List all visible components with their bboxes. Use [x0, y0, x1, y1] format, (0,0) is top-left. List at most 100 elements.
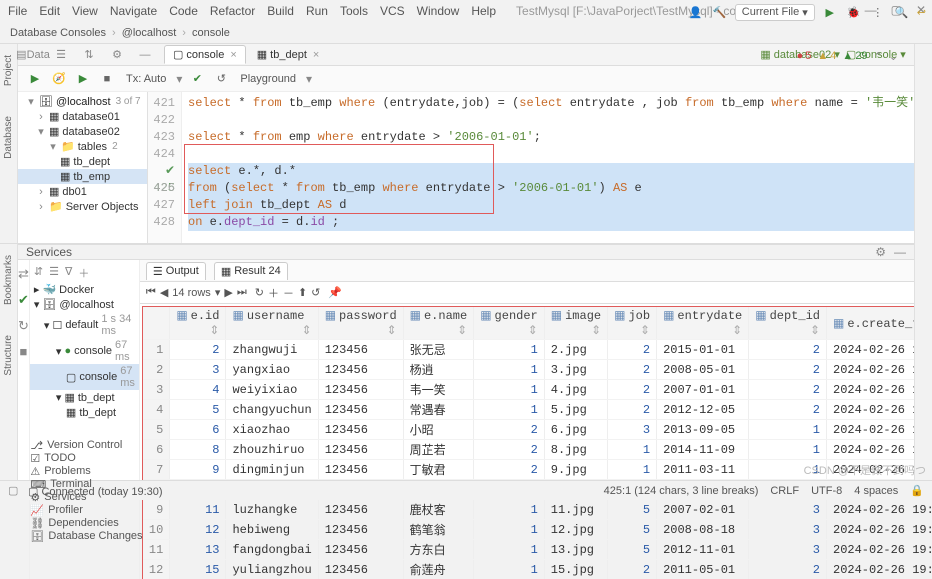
- code-line[interactable]: select * from tb_emp where (entrydate,jo…: [188, 95, 930, 112]
- breadcrumb-item[interactable]: Database Consoles: [10, 27, 106, 39]
- tool-btn-dependencies[interactable]: ⛓Dependencies: [30, 517, 142, 530]
- encoding[interactable]: UTF-8: [811, 485, 842, 497]
- close-icon[interactable]: ×: [313, 49, 319, 61]
- data-tab-button[interactable]: ▤ Data: [24, 46, 42, 64]
- debug-icon[interactable]: 🐞: [845, 3, 863, 21]
- playground-button[interactable]: Playground: [236, 73, 300, 85]
- last-page-icon[interactable]: ⏭: [237, 286, 247, 299]
- add-row-icon[interactable]: ＋: [268, 285, 279, 301]
- result-grid[interactable]: ▦e.id⇕▦username⇕▦password⇕▦e.name⇕▦gende…: [142, 306, 932, 579]
- database-tree[interactable]: ▾🗄 @localhost3 of 7 ›▦ database01 ▾▦ dat…: [18, 92, 148, 243]
- table-row[interactable]: 1012hebiweng123456鹤笔翁112.jpg52008-08-183…: [143, 520, 932, 540]
- stop-icon[interactable]: ■: [98, 70, 116, 88]
- column-header[interactable]: ▦image⇕: [544, 307, 607, 340]
- code-line[interactable]: left join tb_dept AS d: [188, 197, 930, 214]
- execute-icon[interactable]: ▶: [26, 70, 44, 88]
- inspection-badges[interactable]: ●5 ▲4 ▲29 ⌃⌄: [791, 46, 904, 66]
- menu-run[interactable]: Run: [306, 4, 328, 18]
- tx-mode[interactable]: Tx: Auto: [122, 73, 170, 85]
- table-row[interactable]: 79dingminjun123456丁敏君29.jpg12011-03-1112…: [143, 460, 932, 480]
- table-row[interactable]: 34weiyixiao123456韦一笑14.jpg22007-01-01220…: [143, 380, 932, 400]
- editor-tab-tbdept[interactable]: ▦tb_dept×: [248, 45, 329, 64]
- explain-icon[interactable]: 🧭: [50, 70, 68, 88]
- menu-help[interactable]: Help: [471, 4, 496, 18]
- tool-btn-problems[interactable]: ⚠Problems: [30, 465, 142, 478]
- tool-btn-database changes[interactable]: 🗄Database Changes: [30, 530, 142, 543]
- menu-view[interactable]: View: [72, 4, 98, 18]
- execute-schema-icon[interactable]: ▶: [74, 70, 92, 88]
- table-row[interactable]: 1113fangdongbai123456方东白113.jpg52012-11-…: [143, 540, 932, 560]
- menu-code[interactable]: Code: [169, 4, 198, 18]
- line-sep[interactable]: CRLF: [770, 485, 799, 497]
- project-tab[interactable]: Project: [0, 52, 23, 89]
- bookmarks-tab[interactable]: Bookmarks: [0, 252, 23, 308]
- column-header[interactable]: ▦gender⇕: [474, 307, 545, 340]
- pin-icon[interactable]: 📌: [328, 286, 342, 299]
- breadcrumb-item[interactable]: console: [192, 27, 230, 39]
- menu-build[interactable]: Build: [267, 4, 294, 18]
- code-line[interactable]: from (select * from tb_emp where entryda…: [188, 180, 930, 197]
- table-row[interactable]: 12zhangwuji123456张无忌12.jpg22015-01-01220…: [143, 340, 932, 360]
- table-row[interactable]: 911luzhangke123456鹿杖客111.jpg52007-02-013…: [143, 500, 932, 520]
- filter-icon[interactable]: ∇: [65, 265, 72, 281]
- code-line[interactable]: on e.dept_id = d.id ;: [188, 214, 930, 231]
- menu-tools[interactable]: Tools: [340, 4, 368, 18]
- column-header[interactable]: ▦username⇕: [226, 307, 318, 340]
- add-icon[interactable]: ＋: [78, 265, 89, 281]
- column-header[interactable]: ▦password⇕: [318, 307, 403, 340]
- back-arrow-icon[interactable]: ↩: [917, 6, 926, 19]
- output-tab[interactable]: ☰ Output: [146, 262, 206, 280]
- revert-icon[interactable]: ↺: [311, 286, 320, 299]
- tool-btn-profiler[interactable]: 📈Profiler: [30, 504, 142, 517]
- table-row[interactable]: 45changyuchun123456常遇春15.jpg22012-12-052…: [143, 400, 932, 420]
- minimize-icon[interactable]: ―: [894, 245, 906, 259]
- table-row[interactable]: 56xiaozhao123456小昭26.jpg32013-09-0512024…: [143, 420, 932, 440]
- sql-editor[interactable]: 421422423424✔ 425426427428 select * from…: [148, 92, 932, 243]
- gear-icon[interactable]: ⚙: [108, 46, 126, 64]
- database-tab[interactable]: Database: [0, 113, 23, 162]
- column-header[interactable]: ▦job⇕: [608, 307, 657, 340]
- table-row[interactable]: 68zhouzhiruo123456周芷若28.jpg12014-11-0912…: [143, 440, 932, 460]
- tree-icon[interactable]: ☰: [49, 265, 59, 281]
- close-icon[interactable]: ×: [230, 49, 236, 61]
- menu-navigate[interactable]: Navigate: [110, 4, 157, 18]
- collapse-icon[interactable]: ⇵: [34, 265, 43, 281]
- menu-window[interactable]: Window: [417, 4, 460, 18]
- first-page-icon[interactable]: ⏮: [146, 286, 156, 299]
- column-header[interactable]: ▦dept_id⇕: [749, 307, 827, 340]
- search-icon[interactable]: 🔍: [893, 3, 911, 21]
- hammer-icon[interactable]: 🔨: [711, 3, 729, 21]
- commit-icon[interactable]: ⬆: [298, 286, 307, 299]
- delete-row-icon[interactable]: －: [283, 285, 294, 301]
- table-row[interactable]: 23yangxiao123456杨逍13.jpg22008-05-0122024…: [143, 360, 932, 380]
- menu-edit[interactable]: Edit: [39, 4, 60, 18]
- indent[interactable]: 4 spaces: [854, 485, 898, 497]
- column-header[interactable]: ▦e.name⇕: [403, 307, 474, 340]
- menu-file[interactable]: File: [8, 4, 27, 18]
- rollback-icon[interactable]: ↺: [212, 70, 230, 88]
- next-page-icon[interactable]: ▶: [224, 286, 232, 299]
- editor-tab-console[interactable]: ▢console×: [164, 45, 246, 64]
- gear-icon[interactable]: ⚙: [875, 245, 886, 259]
- column-header[interactable]: ▦e.id⇕: [170, 307, 226, 340]
- lock-icon[interactable]: 🔒: [910, 484, 924, 497]
- breadcrumb-item[interactable]: @localhost: [122, 27, 177, 39]
- run-icon[interactable]: ▶: [821, 3, 839, 21]
- code-line[interactable]: [188, 112, 930, 129]
- code-line[interactable]: [188, 146, 930, 163]
- filter-icon[interactable]: ☰: [52, 46, 70, 64]
- code-line[interactable]: select * from emp where entrydate > '200…: [188, 129, 930, 146]
- run-config-select[interactable]: Current File▾: [735, 4, 815, 21]
- result-tab[interactable]: ▦ Result 24: [214, 262, 288, 280]
- structure-tab[interactable]: Structure: [0, 332, 23, 379]
- column-header[interactable]: ▦entrydate⇕: [657, 307, 749, 340]
- menu-vcs[interactable]: VCS: [380, 4, 405, 18]
- reload-rows-icon[interactable]: ↻: [255, 286, 264, 299]
- menu-refactor[interactable]: Refactor: [210, 4, 255, 18]
- table-row[interactable]: 1215yuliangzhou123456俞莲舟115.jpg22011-05-…: [143, 560, 932, 579]
- code-line[interactable]: select e.*, d.*: [188, 163, 930, 180]
- tool-btn-todo[interactable]: ☑TODO: [30, 452, 142, 465]
- more-run-icon[interactable]: ⋮: [869, 3, 887, 21]
- prev-page-icon[interactable]: ◀: [160, 286, 168, 299]
- minus-icon[interactable]: ―: [136, 46, 154, 64]
